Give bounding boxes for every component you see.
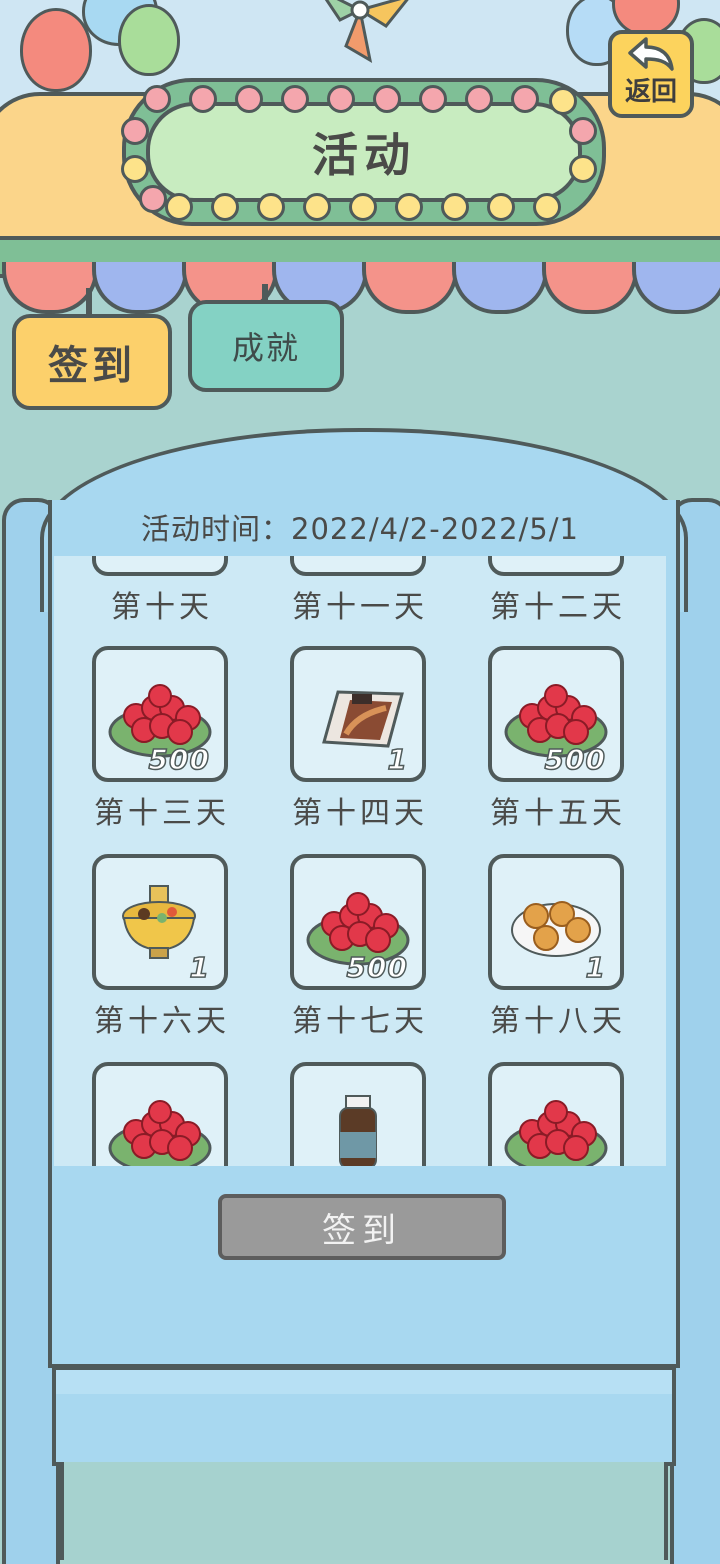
marquee-bulb	[487, 193, 515, 221]
reward-card[interactable]	[488, 556, 624, 576]
awning-scallop	[542, 262, 638, 314]
bottle-jar-icon	[339, 1095, 377, 1166]
event-time: 活动时间：2022/4/2-2022/5/1	[141, 512, 579, 546]
tab-signin[interactable]: 签到	[12, 314, 172, 410]
awning-scallop	[2, 262, 98, 314]
marquee-bulb	[465, 85, 493, 113]
reward-card[interactable]: 1	[488, 854, 624, 990]
reward-card[interactable]	[488, 1062, 624, 1166]
marquee-bulb	[533, 193, 561, 221]
marquee-bulb	[211, 193, 239, 221]
pinwheel-decoration	[324, 0, 409, 63]
reward-card[interactable]: 500	[92, 646, 228, 782]
marquee-bulb	[511, 85, 539, 113]
reward-card[interactable]	[92, 1062, 228, 1166]
signin-button[interactable]: 签到	[218, 1194, 506, 1260]
reward-day-label: 第十天	[111, 590, 213, 625]
reward-card[interactable]	[92, 556, 228, 576]
reward-card[interactable]: 500	[488, 646, 624, 782]
reward-quantity: 500	[544, 742, 606, 777]
marquee-bulb	[235, 85, 263, 113]
reward-day-label: 第十六天	[94, 1004, 230, 1039]
marquee-bulb	[143, 85, 171, 113]
reward-day-label: 第十七天	[292, 1004, 428, 1039]
back-arrow-icon	[628, 37, 674, 71]
tab-signin-label: 签到	[48, 343, 136, 389]
back-button-label: 返回	[624, 77, 677, 107]
marquee-bulb	[549, 87, 577, 115]
marquee-bulb	[139, 185, 167, 213]
tab-achievements-label: 成就	[231, 329, 300, 367]
cabinet-lower	[60, 1462, 668, 1560]
clover-plate-icon	[504, 1100, 608, 1166]
page-title: 活动	[312, 128, 416, 182]
reward-quantity: 1	[387, 742, 408, 777]
marquee-bulb	[569, 117, 597, 145]
reward-card[interactable]: 500	[290, 854, 426, 990]
reward-grid[interactable]: 第十天 第十一天 第十二天 500 第十三天 1 第十四天 500 第十五天 1…	[54, 556, 666, 1166]
reward-quantity: 500	[148, 742, 210, 777]
tab-achievements[interactable]: 成就	[188, 300, 344, 392]
marquee-bulb	[349, 193, 377, 221]
reward-card[interactable]: 1	[92, 854, 228, 990]
marquee-bulb	[165, 193, 193, 221]
reward-card[interactable]	[290, 1062, 426, 1166]
marquee-bulb	[303, 193, 331, 221]
reward-card[interactable]: 1	[290, 646, 426, 782]
marquee-bulb	[281, 85, 309, 113]
marquee-bulb	[441, 193, 469, 221]
reward-day-label: 第十三天	[94, 796, 230, 831]
marquee-bulb	[189, 85, 217, 113]
clover-plate-icon	[108, 1100, 212, 1166]
marquee-bulb	[569, 155, 597, 183]
awning-scallop	[92, 262, 188, 314]
reward-quantity: 1	[189, 950, 210, 985]
marquee-bulb	[121, 155, 149, 183]
balloon-decoration	[20, 8, 92, 92]
signin-button-label: 签到	[322, 1210, 402, 1251]
reward-day-label: 第十四天	[292, 796, 428, 831]
marquee-bulb	[257, 193, 285, 221]
marquee-bulb	[395, 193, 423, 221]
marquee-bulb	[327, 85, 355, 113]
reward-day-label: 第十二天	[490, 590, 626, 625]
reward-day-label: 第十八天	[490, 1004, 626, 1039]
reward-quantity: 500	[346, 950, 408, 985]
title-sign: 活动	[146, 102, 582, 202]
back-button[interactable]: 返回	[608, 30, 694, 118]
reward-quantity: 1	[585, 950, 606, 985]
awning-scallop	[452, 262, 548, 314]
reward-day-label: 第十一天	[292, 590, 428, 625]
balloon-decoration	[118, 4, 180, 76]
cabinet-base	[52, 1394, 676, 1466]
marquee-bulb	[121, 117, 149, 145]
awning-scallop	[362, 262, 458, 314]
marquee-bulb	[373, 85, 401, 113]
marquee-bulb	[419, 85, 447, 113]
reward-card[interactable]	[290, 556, 426, 576]
reward-day-label: 第十五天	[490, 796, 626, 831]
awning-scallop	[632, 262, 720, 314]
